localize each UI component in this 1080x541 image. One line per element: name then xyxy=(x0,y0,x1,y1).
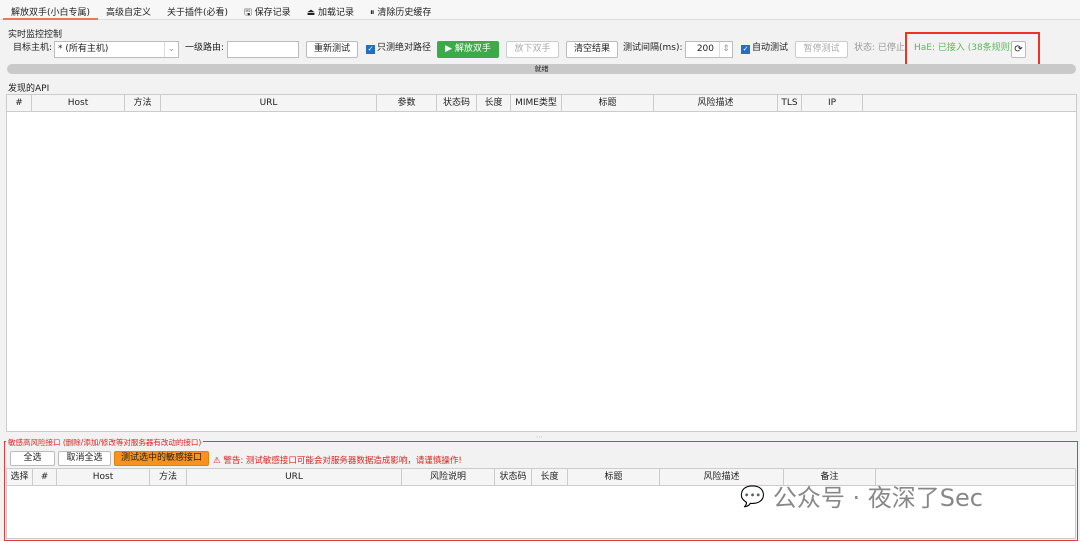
auto-test-checkbox[interactable]: ✓ 自动测试 xyxy=(741,41,788,58)
col-header[interactable]: 长度 xyxy=(477,95,511,111)
progress-text: 就绪 xyxy=(534,65,549,73)
col-header[interactable]: 风险描述 xyxy=(654,95,778,111)
col-header[interactable]: 参数 xyxy=(377,95,437,111)
col-header[interactable]: Host xyxy=(57,469,150,485)
col-header[interactable]: 标题 xyxy=(568,469,660,485)
col-header[interactable]: URL xyxy=(161,95,377,111)
abs-path-label: 只测绝对路径 xyxy=(377,43,432,53)
api-section-title: 发现的API xyxy=(8,84,50,94)
splitter-handle[interactable]: ⋯ xyxy=(536,433,543,441)
tab-about[interactable]: 关于插件(必看) xyxy=(159,0,236,20)
col-header[interactable]: TLS xyxy=(778,95,802,111)
tab-advanced[interactable]: 高级自定义 xyxy=(98,0,159,20)
tab-bar: 解放双手(小白专属) 高级自定义 关于插件(必看) 🖫 保存记录 ⏏ 加载记录 … xyxy=(0,0,1080,20)
col-header[interactable]: 长度 xyxy=(532,469,568,485)
abs-path-checkbox[interactable]: ✓ 只测绝对路径 xyxy=(366,41,431,58)
col-header[interactable]: 标题 xyxy=(562,95,654,111)
col-header[interactable]: 选择 xyxy=(7,469,33,485)
target-host-value: * (所有主机) xyxy=(58,44,109,54)
wechat-icon: 💬 xyxy=(740,483,765,508)
test-selected-button[interactable]: 测试选中的敏感接口 xyxy=(114,451,209,466)
watermark-text: 公众号 · 夜深了Sec xyxy=(772,484,983,512)
target-host-select[interactable]: * (所有主机) ⌄ xyxy=(54,41,179,58)
free-hands-button[interactable]: ▶ 解放双手 xyxy=(437,41,499,58)
col-header[interactable]: MIME类型 xyxy=(511,95,562,111)
monitor-group-title: 实时监控控制 xyxy=(8,30,63,40)
col-header[interactable]: URL xyxy=(187,469,402,485)
tab-free-hands[interactable]: 解放双手(小白专属) xyxy=(3,0,99,20)
warning-text: ⚠ 警告: 测试敏感接口可能会对服务器数据造成影响，请谨慎操作! xyxy=(213,456,462,466)
col-header[interactable]: 方法 xyxy=(150,469,187,485)
col-header[interactable]: # xyxy=(33,469,57,485)
interval-stepper[interactable]: 200 ⇕ xyxy=(685,41,733,58)
pause-test-button[interactable]: 暂停测试 xyxy=(795,41,848,58)
col-header[interactable]: 方法 xyxy=(125,95,161,111)
stepper-arrows-icon[interactable]: ⇕ xyxy=(719,42,732,57)
col-header[interactable]: Host xyxy=(32,95,125,111)
status-text: 状态: 已停止 xyxy=(854,43,905,53)
interval-label: 测试间隔(ms): xyxy=(623,43,683,53)
retest-button[interactable]: 重新测试 xyxy=(306,41,358,58)
auto-test-label: 自动测试 xyxy=(752,43,789,53)
deselect-all-button[interactable]: 取消全选 xyxy=(58,451,111,466)
col-header[interactable]: 风险说明 xyxy=(402,469,495,485)
tab-clear-cache[interactable]: ⏸ 清除历史缓存 xyxy=(362,0,439,20)
col-header[interactable]: 状态码 xyxy=(495,469,532,485)
route-input[interactable] xyxy=(227,41,299,58)
api-table-header: # Host 方法 URL 参数 状态码 长度 MIME类型 标题 风险描述 T… xyxy=(7,95,1076,112)
col-header[interactable]: 状态码 xyxy=(437,95,477,111)
interval-value: 200 xyxy=(696,44,714,54)
release-button[interactable]: 放下双手 xyxy=(506,41,559,58)
route-label: 一级路由: xyxy=(185,43,225,53)
highlight-box xyxy=(905,32,1040,66)
target-label: 目标主机: xyxy=(13,43,53,53)
api-table[interactable]: # Host 方法 URL 参数 状态码 长度 MIME类型 标题 风险描述 T… xyxy=(6,94,1077,432)
col-header[interactable]: # xyxy=(7,95,32,111)
sensitive-title: 敏感高风险接口 (删除/添加/修改等对服务器有改动的接口) xyxy=(6,437,204,448)
tab-save-records[interactable]: 🖫 保存记录 xyxy=(236,0,299,20)
watermark: 💬 公众号 · 夜深了Sec xyxy=(740,478,983,513)
chevron-down-icon: ⌄ xyxy=(164,42,178,57)
clear-results-button[interactable]: 清空结果 xyxy=(566,41,618,58)
tab-load-records[interactable]: ⏏ 加载记录 xyxy=(299,0,362,20)
progress-bar: 就绪 xyxy=(7,64,1076,74)
col-header[interactable]: IP xyxy=(802,95,863,111)
select-all-button[interactable]: 全选 xyxy=(10,451,55,466)
